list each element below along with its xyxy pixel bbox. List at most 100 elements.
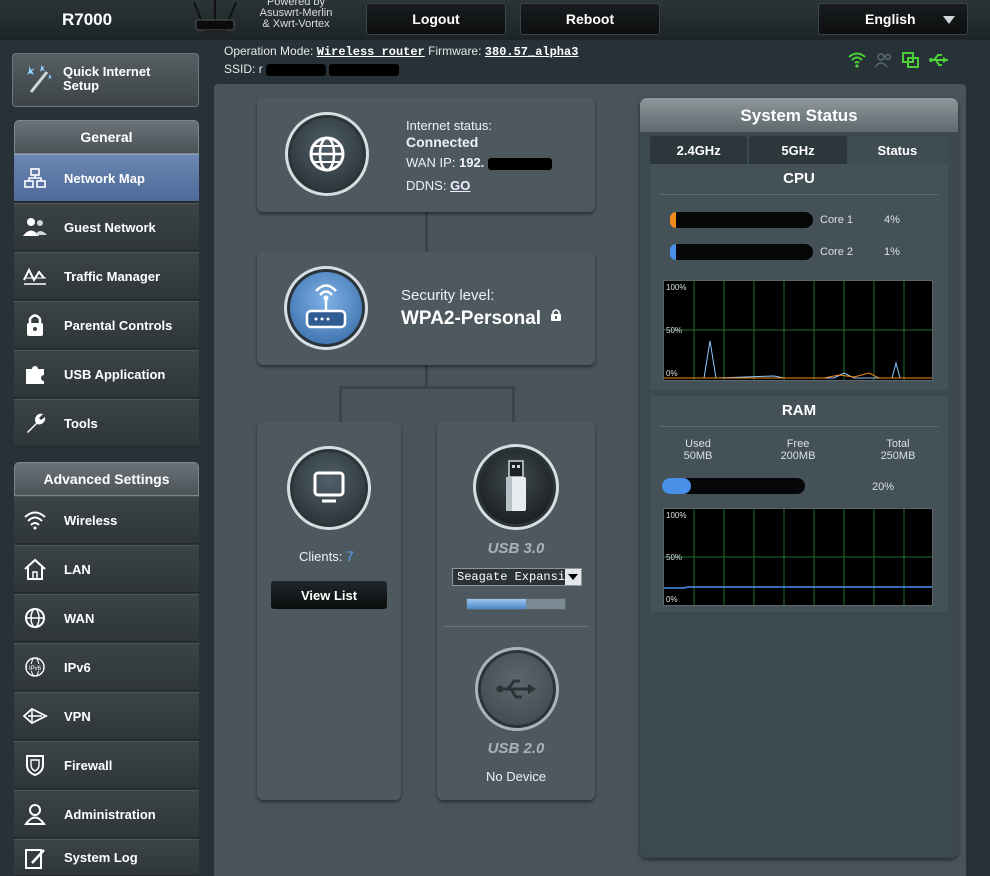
core2-label: Core 2 — [820, 246, 854, 258]
home-icon — [24, 558, 46, 580]
sidebar-item-wireless[interactable]: Wireless — [14, 496, 199, 544]
quick-internet-setup-button[interactable]: Quick Internet Setup — [12, 53, 199, 107]
chevron-down-icon — [565, 569, 581, 585]
ram-total: Total 250MB — [880, 438, 916, 462]
usb2-status: No Device — [486, 769, 546, 784]
usb3-usage-fill — [467, 599, 526, 609]
usb2-label: USB 2.0 — [487, 740, 545, 757]
usb3-device-select[interactable]: Seagate Expansi — [452, 568, 582, 586]
lan-link-icon[interactable] — [902, 52, 920, 68]
sidebar-item-tools[interactable]: Tools — [14, 399, 199, 447]
tab-2-4ghz[interactable]: 2.4GHz — [650, 136, 748, 164]
usb3-button[interactable] — [473, 444, 559, 530]
sidebar-item-firewall[interactable]: Firewall — [14, 741, 199, 789]
logout-button[interactable]: Logout — [366, 3, 506, 35]
cpu-divider — [660, 194, 938, 195]
reboot-button[interactable]: Reboot — [520, 3, 660, 35]
connector-line — [425, 212, 428, 252]
wifi-icon — [24, 511, 46, 530]
ram-fill — [662, 478, 691, 494]
ddns-go-link[interactable]: GO — [450, 178, 470, 193]
core2-fill — [670, 244, 676, 260]
ram-divider — [660, 426, 938, 427]
chevron-down-icon — [943, 16, 955, 24]
wifi-icon[interactable] — [848, 52, 866, 68]
core1-bar — [670, 212, 813, 228]
sidebar-item-administration[interactable]: Administration — [14, 790, 199, 838]
ram-used: Used 50MB — [683, 438, 713, 462]
ram-title: RAM — [781, 402, 817, 419]
lock-icon — [551, 309, 562, 321]
quick-setup-label: Quick Internet Setup — [63, 64, 151, 93]
sidebar-item-vpn[interactable]: VPN — [14, 692, 199, 740]
tab-5ghz[interactable]: 5GHz — [749, 136, 847, 164]
status-icons — [848, 52, 950, 68]
puzzle-icon — [26, 366, 44, 384]
magic-wand-icon — [27, 64, 52, 93]
operation-mode-link[interactable]: Wireless router — [317, 45, 425, 59]
globe-icon — [309, 136, 345, 172]
clients-card[interactable]: Clients: 7 View List — [257, 422, 401, 800]
cpu-section: CPU Core 1 4% Core 2 1% 100% 50% 0% — [650, 164, 948, 390]
wan-ip-redaction — [487, 157, 552, 170]
sidebar-item-guest-network[interactable]: Guest Network — [14, 203, 199, 251]
advanced-settings-title: Advanced Settings — [14, 462, 199, 496]
svg-text:IPv6: IPv6 — [29, 666, 42, 672]
sidebar-item-usb-application[interactable]: USB Application — [14, 350, 199, 398]
ssid-redaction — [266, 63, 327, 76]
router-security-card[interactable]: Security level: WPA2-Personal — [257, 252, 595, 365]
sidebar-item-network-map[interactable]: Network Map — [14, 154, 199, 202]
usb3-usage-bar — [466, 598, 566, 610]
core2-percent: 1% — [884, 246, 900, 258]
language-select[interactable]: English — [818, 3, 968, 35]
ram-graph-svg — [664, 509, 932, 605]
ddns-row: DDNS: GO — [406, 178, 471, 193]
router-button[interactable] — [284, 266, 368, 350]
sidebar-item-lan[interactable]: LAN — [14, 545, 199, 593]
sidebar-item-traffic-manager[interactable]: Traffic Manager — [14, 252, 199, 300]
wrench-icon — [27, 413, 46, 433]
graph-50-label: 50% — [666, 553, 683, 562]
usb-card[interactable]: USB 3.0 Seagate Expansi USB 2.0 No Devic… — [437, 422, 595, 800]
usb-icon[interactable] — [928, 52, 950, 68]
ram-percent: 20% — [872, 481, 895, 493]
system-status-panel: System Status 2.4GHz 5GHz Status CPU Cor… — [640, 98, 958, 858]
connector-line — [512, 386, 515, 422]
wan-ip-row: WAN IP: 192. — [406, 155, 552, 170]
router-icon — [305, 284, 347, 329]
cpu-graph: 100% 50% 0% — [663, 280, 933, 381]
tab-status[interactable]: Status — [848, 136, 946, 164]
clients-button[interactable] — [287, 446, 371, 530]
usb2-button[interactable] — [475, 647, 559, 731]
usb-divider — [443, 626, 589, 627]
cpu-graph-svg — [664, 281, 932, 380]
system-status-tabs: 2.4GHz 5GHz Status — [650, 136, 948, 164]
view-list-button[interactable]: View List — [271, 581, 387, 609]
graph-100-label: 100% — [666, 511, 687, 520]
security-level-value: WPA2-Personal — [401, 308, 562, 330]
cpu-title: CPU — [783, 170, 815, 187]
graph-100-label: 100% — [666, 283, 687, 292]
internet-card[interactable]: Internet status: Connected WAN IP: 192. … — [257, 98, 595, 212]
core1-percent: 4% — [884, 214, 900, 226]
usb3-device-name: Seagate Expansi — [457, 570, 565, 584]
guest-network-icon — [23, 218, 47, 236]
ssid-row: SSID: r — [224, 62, 400, 76]
internet-globe-button[interactable] — [285, 112, 369, 196]
clients-row: Clients: 7 — [299, 548, 354, 564]
network-map-icon — [24, 168, 46, 188]
sidebar-item-system-log[interactable]: System Log — [14, 839, 199, 876]
ipv6-globe-icon: IPv6 — [25, 657, 45, 677]
shield-icon — [26, 755, 44, 776]
firmware-link[interactable]: 380.57_alpha3 — [485, 45, 579, 59]
ssid-redaction — [329, 63, 400, 76]
router-model: R7000 — [62, 10, 113, 29]
sidebar-item-ipv6[interactable]: IPv6 IPv6 — [14, 643, 199, 691]
usb3-label: USB 3.0 — [487, 540, 545, 557]
log-edit-icon — [25, 848, 45, 869]
sidebar-item-wan[interactable]: WAN — [14, 594, 199, 642]
monitor-icon — [313, 471, 345, 503]
guest-users-icon[interactable] — [874, 52, 894, 68]
sidebar-item-parental-controls[interactable]: Parental Controls — [14, 301, 199, 349]
ram-graph: 100% 50% 0% — [663, 508, 933, 606]
